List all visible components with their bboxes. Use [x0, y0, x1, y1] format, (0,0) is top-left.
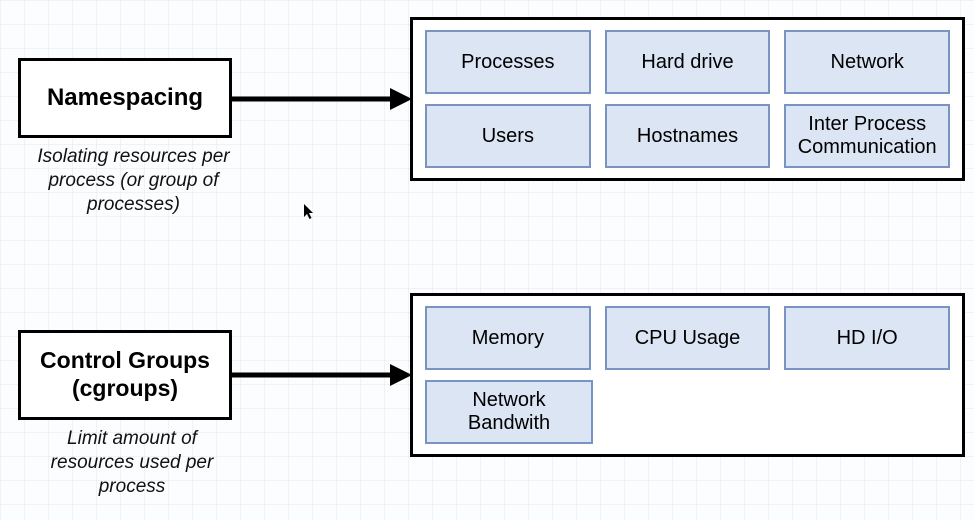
arrow-icon: [232, 84, 412, 114]
cgroups-row-0: Memory CPU Usage HD I/O: [425, 306, 950, 370]
cgroups-concept-box: Control Groups (cgroups): [18, 330, 232, 420]
namespacing-row-0: Processes Hard drive Network: [425, 30, 950, 94]
item-hd-io: HD I/O: [784, 306, 950, 370]
namespacing-title: Namespacing: [39, 80, 211, 117]
item-cpu-usage: CPU Usage: [605, 306, 771, 370]
item-hostnames: Hostnames: [605, 104, 771, 168]
item-users: Users: [425, 104, 591, 168]
namespacing-group-box: Processes Hard drive Network Users Hostn…: [410, 17, 965, 181]
item-hard-drive: Hard drive: [605, 30, 771, 94]
item-network: Network: [784, 30, 950, 94]
namespacing-concept-box: Namespacing: [18, 58, 232, 138]
namespacing-row-1: Users Hostnames Inter Process Communicat…: [425, 104, 950, 168]
item-ipc: Inter Process Communication: [784, 104, 950, 168]
item-processes: Processes: [425, 30, 591, 94]
cursor-icon: [304, 204, 316, 223]
arrow-icon: [232, 360, 412, 390]
item-network-bandwidth: Network Bandwith: [425, 380, 593, 444]
cgroups-group-box: Memory CPU Usage HD I/O Network Bandwith: [410, 293, 965, 457]
item-memory: Memory: [425, 306, 591, 370]
cgroups-caption: Limit amount of resources used per proce…: [38, 427, 226, 498]
cgroups-row-1: Network Bandwith: [425, 380, 950, 444]
cgroups-title: Control Groups (cgroups): [21, 343, 229, 406]
namespacing-caption: Isolating resources per process (or grou…: [26, 145, 241, 216]
